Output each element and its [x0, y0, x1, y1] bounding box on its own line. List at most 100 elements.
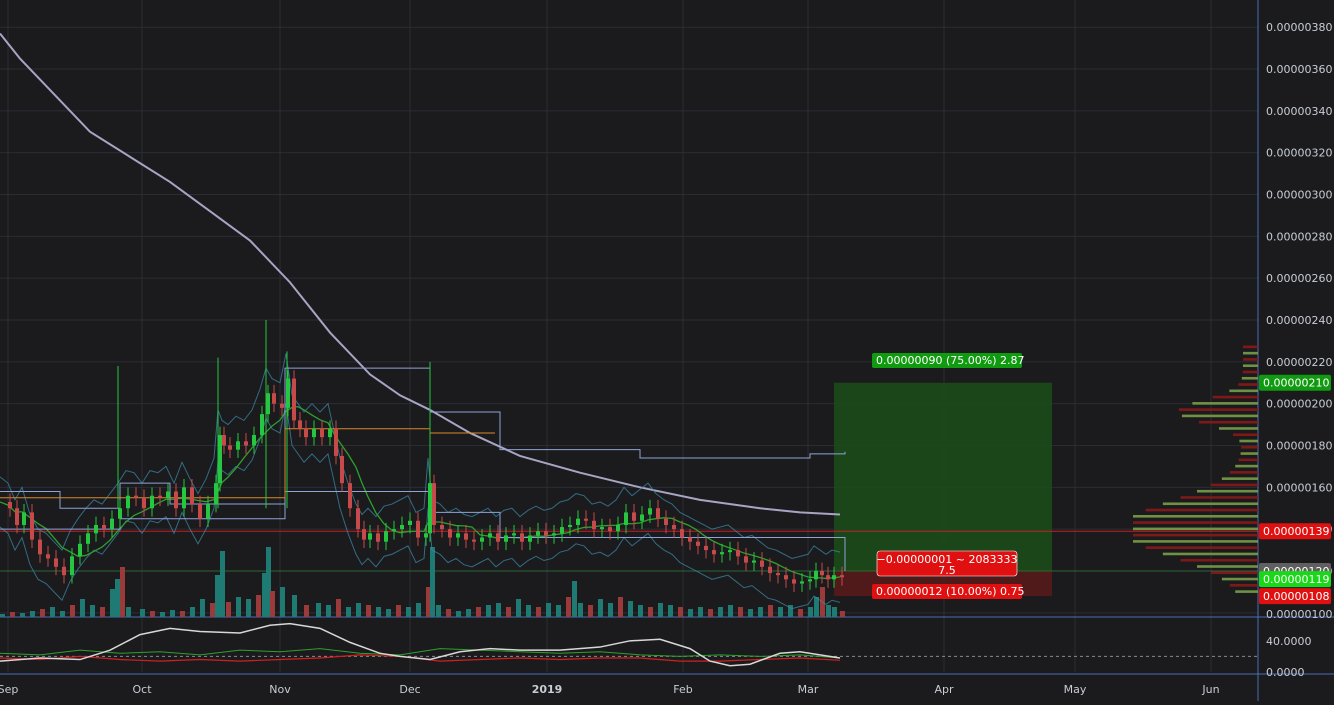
candle-body [712, 550, 716, 555]
volume-profile-bar [1240, 452, 1258, 455]
volume-bar [326, 605, 331, 617]
price-tick-label: 0.00000280 [1266, 230, 1332, 243]
volume-bar [446, 609, 451, 617]
candle-body [368, 533, 372, 540]
candle-body [544, 531, 548, 536]
candle-body [134, 495, 138, 498]
candle-body [648, 508, 652, 515]
volume-bar [70, 605, 75, 617]
trading-chart[interactable]: 0.00000380 0.00000360 0.00000340 0.00000320… [0, 0, 1334, 701]
candle-body [320, 428, 324, 438]
candle-body [62, 566, 66, 576]
candle-body [440, 524, 444, 530]
volume-bar [798, 609, 803, 617]
position-info-line2: 7.5 [938, 564, 956, 577]
volume-profile-bar [1243, 345, 1258, 349]
candle-body [260, 414, 264, 436]
candle-body [600, 527, 604, 530]
candle-body [768, 566, 772, 574]
candle-body [166, 491, 170, 498]
candle-body [672, 524, 676, 530]
volume-bar [728, 605, 733, 617]
volume-bar [826, 605, 831, 617]
oscillator-tick-label: 0.0000 [1266, 666, 1305, 679]
candle-body [576, 518, 580, 525]
candle-body [272, 393, 276, 404]
candle-body [174, 491, 178, 509]
candle-body [408, 520, 412, 525]
volume-profile-bar [1179, 408, 1258, 411]
candle-body [448, 529, 452, 538]
volume-bar [556, 605, 561, 617]
candle-body [760, 560, 764, 567]
candle-body [266, 393, 270, 415]
price-tick-label: 0.00000320 [1266, 147, 1332, 160]
volume-bar [588, 605, 593, 617]
volume-bar [336, 599, 341, 617]
axes: 0.00000380 0.00000360 0.00000340 0.00000320… [0, 21, 1332, 696]
volume-profile-bar [1133, 540, 1258, 543]
candle-body [656, 508, 660, 519]
candle-body [424, 533, 428, 538]
ma200-line [0, 32, 841, 516]
volume-bar [466, 609, 471, 617]
volume-bar [738, 607, 743, 617]
candle-body [456, 533, 460, 538]
volume-profile-bar [1180, 558, 1258, 562]
volume-bar [126, 607, 131, 617]
volume-bar [608, 603, 613, 617]
chart-canvas[interactable]: 0.00000380 0.00000360 0.00000340 0.00000320… [0, 0, 1334, 701]
candle-body [584, 518, 588, 521]
volume-bar [778, 607, 783, 617]
candle-body [504, 535, 508, 542]
candle-body [808, 579, 812, 582]
time-tick-label: 2019 [532, 683, 563, 696]
volume-bar [516, 599, 521, 617]
candle-body [820, 570, 824, 576]
time-tick-label: Mar [798, 683, 819, 696]
candle-body [252, 435, 256, 446]
volume-bar [210, 603, 215, 617]
volume-bar [110, 589, 115, 617]
candle-body [392, 529, 396, 532]
volume-profile-bar [1133, 533, 1258, 537]
volume-bar [668, 605, 673, 617]
volume-bars [0, 547, 845, 617]
volume-bar [748, 609, 753, 617]
oscillator-pane [0, 622, 1258, 667]
candle-body [560, 527, 564, 534]
candle-body [664, 518, 668, 525]
volume-bar [80, 599, 85, 617]
candle-body [840, 575, 844, 578]
volume-profile-bar [1197, 565, 1258, 568]
candle-body [752, 560, 756, 563]
candle-body [592, 520, 596, 530]
candle-body [228, 445, 232, 450]
volume-bar [658, 603, 663, 617]
candle-body [696, 541, 700, 546]
volume-profile-bar [1133, 515, 1258, 518]
volume-bar [376, 607, 381, 617]
volume-bar [100, 607, 105, 617]
candle-body [792, 579, 796, 584]
volume-bar [115, 579, 120, 617]
volume-bar [140, 609, 145, 617]
candle-body [728, 550, 732, 553]
price-tick-label: 0.00000100 [1266, 608, 1332, 621]
price-badge-tp: 0.00000210 [1263, 377, 1329, 390]
candle-body [38, 539, 42, 555]
volume-profile-bar [1218, 427, 1258, 430]
volume-bar [50, 607, 55, 617]
volume-bar [220, 551, 225, 617]
volume-profile-bar [1239, 439, 1258, 443]
candle-body [488, 533, 492, 538]
volume-bar [246, 599, 251, 617]
volume-bar [180, 611, 185, 617]
volume-profile-bar [1242, 370, 1258, 374]
candle-body [158, 495, 162, 498]
candle-body [292, 378, 296, 421]
volume-bar [215, 575, 220, 617]
candles [8, 320, 844, 592]
volume-bar [200, 599, 205, 617]
candle-body [744, 556, 748, 563]
